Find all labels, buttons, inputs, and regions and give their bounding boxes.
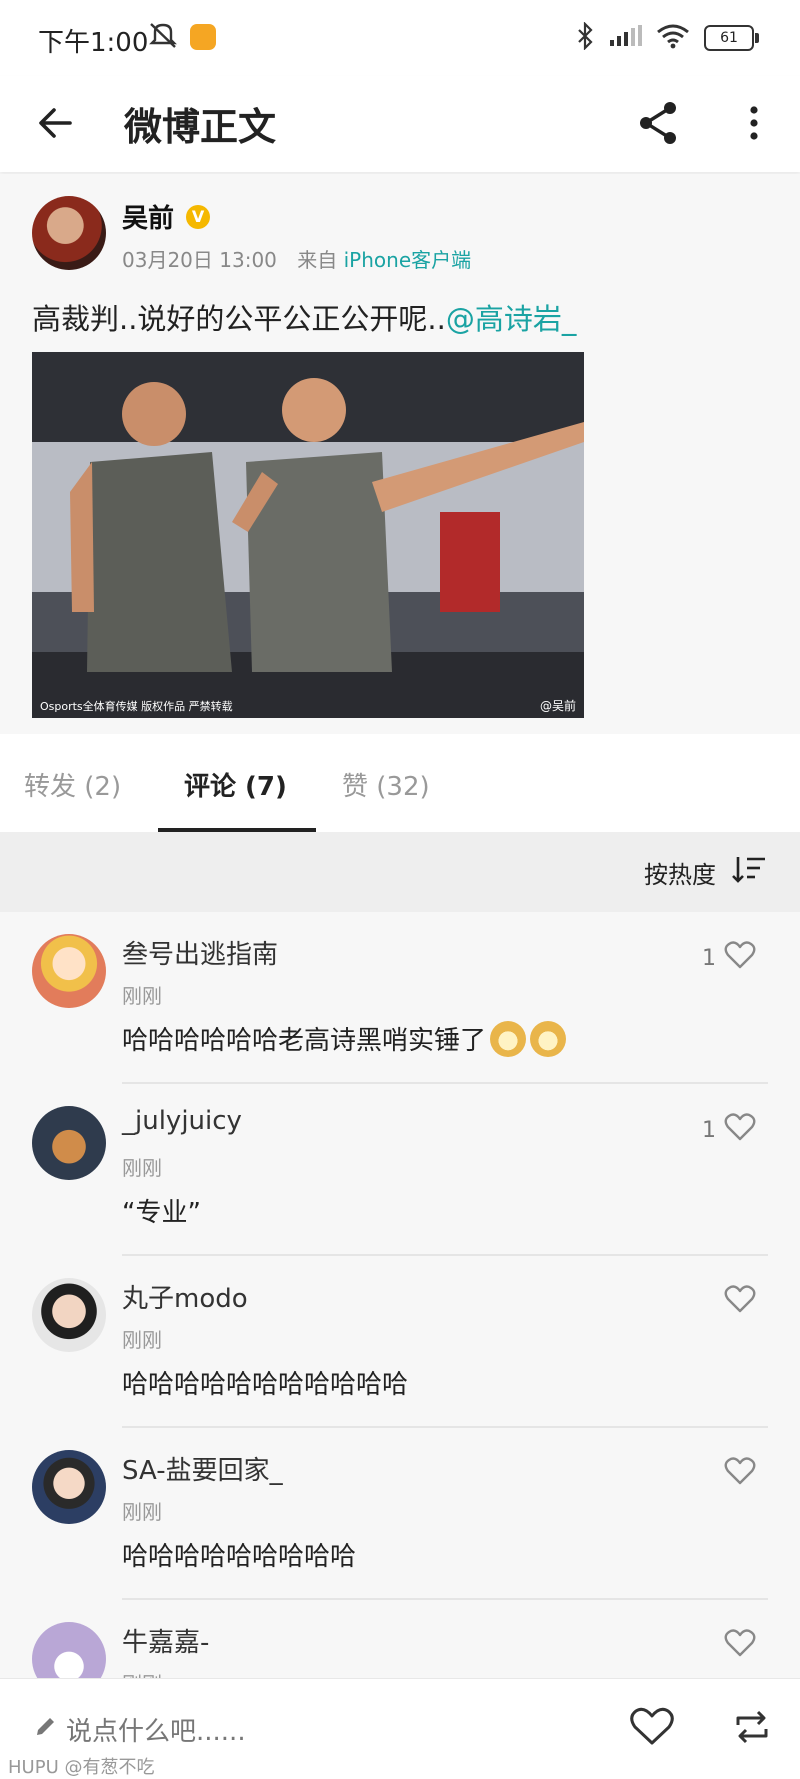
top-bar: 微博正文 [0,76,800,172]
comment-like-button[interactable]: 1 [702,940,756,976]
comment-item: 叁号出逃指南 刚刚 哈哈哈哈哈哈老高诗黑哨实锤了 1 [0,912,800,1084]
author-row: 吴前 V [122,198,211,235]
battery-icon: 61 [704,25,759,51]
comment-like-button[interactable] [724,1456,756,1492]
sort-icon [732,854,766,890]
author-name[interactable]: 吴前 [122,198,174,235]
comment-time: 刚刚 [122,1668,162,1678]
comment-item: _julyjuicy 刚刚 “专业” 1 [0,1084,800,1256]
bottom-bar: 说点什么吧...... HUPU @有葱不吃 [0,1678,800,1779]
bluetooth-icon [576,21,594,54]
sort-bar: 按热度 [0,832,800,912]
comment-time: 刚刚 [122,984,162,1008]
comment-text: “专业” [122,1192,201,1229]
comment-like-count: 1 [702,1117,716,1143]
comment-item: 牛嘉嘉- 刚刚 [0,1600,800,1678]
heart-icon [724,940,756,976]
sort-button[interactable]: 按热度 [644,854,766,890]
comment-body: 哈哈哈哈哈哈哈哈哈哈哈 [122,1370,409,1400]
repost-icon[interactable] [732,1707,772,1751]
comment-username[interactable]: 丸子modo [122,1278,248,1315]
like-heart-icon[interactable] [630,1707,674,1751]
comment-text: 哈哈哈哈哈哈老高诗黑哨实锤了 [122,1020,567,1057]
author-avatar[interactable] [32,196,106,270]
heart-icon [724,1284,756,1320]
pencil-icon [34,1714,58,1745]
doge-emoji-icon [490,1020,527,1057]
comment-time: 刚刚 [122,1328,162,1352]
comment-like-button[interactable]: 1 [702,1112,756,1148]
post-source[interactable]: iPhone客户端 [344,248,472,272]
comment-input[interactable]: 说点什么吧...... [34,1711,246,1748]
mention-link[interactable]: @高诗岩_ [446,302,577,336]
basketball-players-photo [32,352,584,718]
comment-username[interactable]: _julyjuicy [122,1106,242,1136]
app-notification-icon [190,24,216,50]
comment-username[interactable]: SA-盐要回家_ [122,1450,283,1487]
comment-like-button[interactable] [724,1628,756,1664]
comment-item: SA-盐要回家_ 刚刚 哈哈哈哈哈哈哈哈哈 [0,1428,800,1600]
comment-body: 哈哈哈哈哈哈老高诗黑哨实锤了 [122,1026,487,1056]
comment-body: 哈哈哈哈哈哈哈哈哈 [122,1542,357,1572]
more-vertical-icon[interactable] [744,98,764,152]
post-date: 03月20日 13:00 [122,248,277,272]
post-image[interactable]: Osports全体育传媒 版权作品 严禁转载 @吴前 [32,352,584,718]
sort-label: 按热度 [644,860,716,889]
comment-time: 刚刚 [122,1156,162,1180]
comment-text: 哈哈哈哈哈哈哈哈哈 [122,1536,356,1573]
comment-input-placeholder: 说点什么吧...... [66,1717,246,1747]
heart-icon [724,1456,756,1492]
verified-badge-icon: V [186,204,211,229]
comment-avatar[interactable] [32,1622,106,1678]
comment-avatar[interactable] [32,1278,106,1352]
status-time: 下午1:00 [38,28,149,58]
status-bar: 下午1:00 61 [0,0,800,76]
image-watermark-left: Osports全体育传媒 版权作品 严禁转载 [40,700,233,713]
heart-icon [724,1112,756,1148]
hupu-watermark: HUPU @有葱不吃 [8,1757,155,1778]
signal-icon [608,24,642,52]
share-icon[interactable] [636,98,680,152]
post-from-label: 来自 [297,248,338,272]
post-text: 高裁判..说好的公平公正公开呢..@高诗岩_ [32,296,576,338]
comment-item: 丸子modo 刚刚 哈哈哈哈哈哈哈哈哈哈哈 [0,1256,800,1428]
post-meta: 03月20日 13:00 来自 iPhone客户端 [122,244,471,273]
comment-list: 叁号出逃指南 刚刚 哈哈哈哈哈哈老高诗黑哨实锤了 1 _julyjuicy 刚刚… [0,912,800,1678]
heart-icon [724,1628,756,1664]
comment-time: 刚刚 [122,1500,162,1524]
tab-comments[interactable]: 评论 (7) [184,766,287,803]
weibo-post: 吴前 V 03月20日 13:00 来自 iPhone客户端 高裁判..说好的公… [0,174,800,734]
status-icons: 61 [576,21,759,54]
post-tabs: 转发 (2) 评论 (7) 赞 (32) [0,734,800,832]
comment-avatar[interactable] [32,1450,106,1524]
tab-likes[interactable]: 赞 (32) [342,766,430,803]
image-watermark-right: @吴前 [539,699,576,713]
comment-avatar[interactable] [32,1106,106,1180]
comment-like-button[interactable] [724,1284,756,1320]
post-body: 高裁判..说好的公平公正公开呢.. [32,302,446,336]
doge-emoji-icon [530,1020,567,1057]
comment-like-count: 1 [702,945,716,971]
comment-username[interactable]: 牛嘉嘉- [122,1622,209,1659]
comment-avatar[interactable] [32,934,106,1008]
comment-text: 哈哈哈哈哈哈哈哈哈哈哈 [122,1364,408,1401]
page-title: 微博正文 [124,105,277,149]
back-arrow-icon[interactable] [36,98,76,152]
wifi-icon [656,23,690,53]
comment-body: “专业” [122,1198,201,1228]
tab-reposts[interactable]: 转发 (2) [24,766,121,803]
mute-icon [146,20,180,54]
comment-username[interactable]: 叁号出逃指南 [122,934,278,971]
